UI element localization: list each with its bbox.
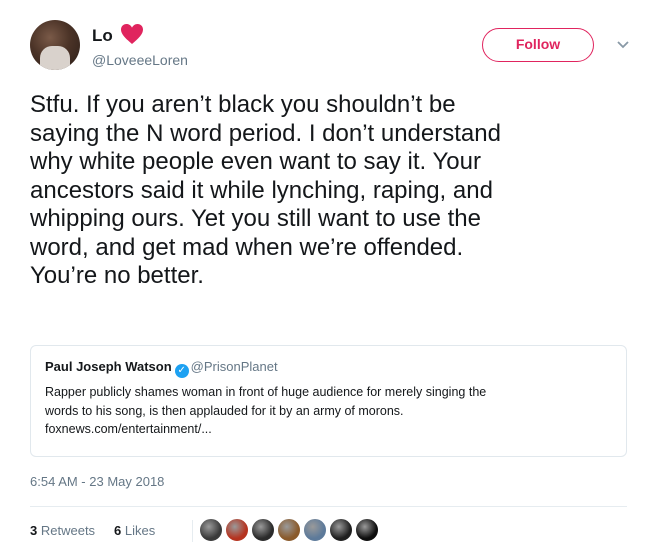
avatar[interactable]	[30, 20, 80, 70]
avatar-shirt	[40, 46, 70, 70]
liker-avatar[interactable]	[251, 518, 275, 542]
likes-count: 6	[114, 523, 122, 538]
tweet-text: Stfu. If you aren’t black you shouldn’t …	[30, 91, 501, 289]
follow-button[interactable]: Follow	[482, 28, 594, 62]
quoted-tweet-text: Rapper publicly shames woman in front of…	[45, 385, 487, 436]
quoted-author-name: Paul Joseph Watson	[45, 359, 172, 374]
retweets-label: Retweets	[40, 523, 96, 538]
heart-icon	[121, 24, 143, 44]
tweet-timestamp[interactable]: 6:54 AM - 23 May 2018	[30, 474, 164, 489]
retweets-count: 3	[30, 523, 38, 538]
chevron-down-icon[interactable]	[616, 40, 630, 50]
stats-separator	[192, 520, 193, 542]
author-handle[interactable]: @LoveeeLoren	[92, 52, 188, 68]
tweet-header: Lo @LoveeeLoren Follow	[30, 20, 640, 80]
verified-badge-icon: ✓	[174, 364, 189, 378]
quoted-tweet-header: Paul Joseph Watson ✓ @PrisonPlanet	[45, 358, 612, 378]
liker-avatar[interactable]	[199, 518, 223, 542]
liker-avatar[interactable]	[277, 518, 301, 542]
liker-avatar[interactable]	[355, 518, 379, 542]
liker-avatar[interactable]	[329, 518, 353, 542]
likes-stat[interactable]: 6 Likes	[114, 523, 155, 538]
quoted-tweet-card[interactable]: Paul Joseph Watson ✓ @PrisonPlanet Rapper …	[30, 345, 627, 457]
retweets-stat[interactable]: 3 Retweets	[30, 523, 95, 538]
liker-avatar[interactable]	[225, 518, 249, 542]
author-display-name[interactable]: Lo	[92, 26, 113, 46]
divider	[30, 506, 627, 507]
quoted-author-handle: @PrisonPlanet	[190, 359, 278, 374]
liker-avatar[interactable]	[303, 518, 327, 542]
likes-label: Likes	[124, 523, 156, 538]
